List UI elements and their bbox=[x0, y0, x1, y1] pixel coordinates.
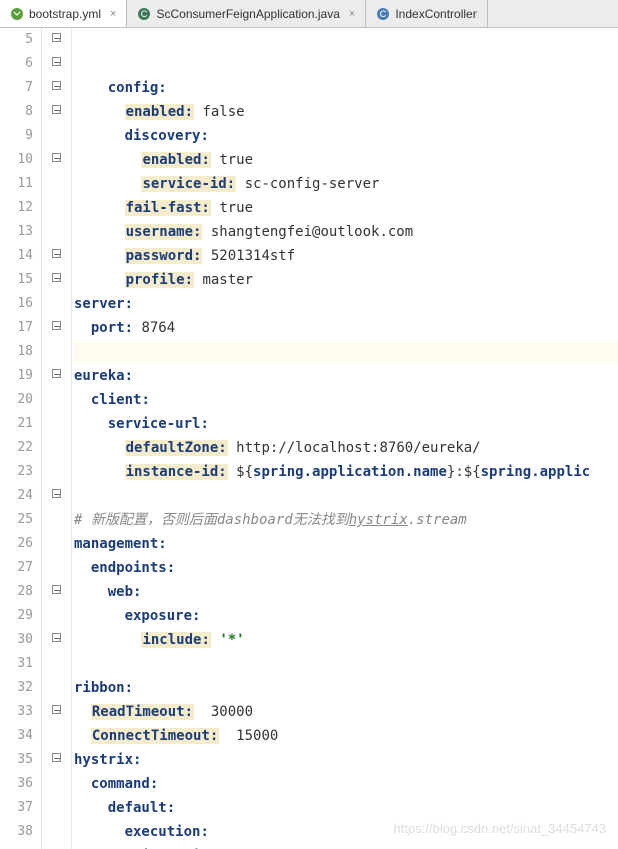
line-number: 32 bbox=[0, 676, 33, 700]
line-number: 23 bbox=[0, 460, 33, 484]
code-line[interactable]: ReadTimeout: 30000 bbox=[74, 700, 618, 724]
code-line[interactable]: enabled: true bbox=[74, 148, 618, 172]
tab-feign-application[interactable]: C ScConsumerFeignApplication.java × bbox=[127, 0, 366, 27]
line-number: 12 bbox=[0, 196, 33, 220]
line-number: 18 bbox=[0, 340, 33, 364]
code-line[interactable]: # 新版配置，否则后面dashboard无法找到hystrix.stream bbox=[74, 508, 618, 532]
line-number: 29 bbox=[0, 604, 33, 628]
code-line[interactable]: instance-id: ${spring.application.name}:… bbox=[74, 460, 618, 484]
line-number: 24 bbox=[0, 484, 33, 508]
line-number: 11 bbox=[0, 172, 33, 196]
line-number: 17 bbox=[0, 316, 33, 340]
line-number: 34 bbox=[0, 724, 33, 748]
code-content[interactable]: config: enabled: false discovery: enable… bbox=[72, 28, 618, 849]
editor-tabs: bootstrap.yml × C ScConsumerFeignApplica… bbox=[0, 0, 618, 28]
code-line[interactable]: include: '*' bbox=[74, 628, 618, 652]
code-line[interactable]: eureka: bbox=[74, 364, 618, 388]
line-number: 16 bbox=[0, 292, 33, 316]
line-number: 30 bbox=[0, 628, 33, 652]
line-number: 13 bbox=[0, 220, 33, 244]
fold-toggle-icon[interactable] bbox=[52, 489, 61, 498]
fold-toggle-icon[interactable] bbox=[52, 273, 61, 282]
line-number: 15 bbox=[0, 268, 33, 292]
svg-text:C: C bbox=[380, 9, 387, 19]
line-number: 6 bbox=[0, 52, 33, 76]
close-icon[interactable]: × bbox=[110, 8, 116, 20]
code-line[interactable]: exposure: bbox=[74, 604, 618, 628]
code-line[interactable]: service-url: bbox=[74, 412, 618, 436]
line-number-gutter: 5678910111213141516171819202122232425262… bbox=[0, 28, 42, 849]
code-line[interactable]: management: bbox=[74, 532, 618, 556]
line-number: 26 bbox=[0, 532, 33, 556]
code-line[interactable]: service-id: sc-config-server bbox=[74, 172, 618, 196]
line-number: 8 bbox=[0, 100, 33, 124]
line-number: 22 bbox=[0, 436, 33, 460]
tab-label: bootstrap.yml bbox=[29, 7, 101, 21]
line-number: 37 bbox=[0, 796, 33, 820]
line-number: 19 bbox=[0, 364, 33, 388]
line-number: 10 bbox=[0, 148, 33, 172]
line-number: 38 bbox=[0, 820, 33, 844]
tab-label: ScConsumerFeignApplication.java bbox=[156, 7, 339, 21]
line-number: 27 bbox=[0, 556, 33, 580]
code-line[interactable]: config: bbox=[74, 76, 618, 100]
tab-label: IndexController bbox=[395, 7, 476, 21]
code-line[interactable]: execution: bbox=[74, 820, 618, 844]
code-line[interactable]: username: shangtengfei@outlook.com bbox=[74, 220, 618, 244]
code-line[interactable]: command: bbox=[74, 772, 618, 796]
line-number: 25 bbox=[0, 508, 33, 532]
fold-column bbox=[42, 28, 72, 849]
code-line[interactable]: default: bbox=[74, 796, 618, 820]
code-line[interactable]: server: bbox=[74, 292, 618, 316]
fold-toggle-icon[interactable] bbox=[52, 633, 61, 642]
line-number: 21 bbox=[0, 412, 33, 436]
fold-toggle-icon[interactable] bbox=[52, 249, 61, 258]
code-line[interactable]: port: 8764 bbox=[74, 316, 618, 340]
java-class-icon: C bbox=[137, 7, 151, 21]
code-line[interactable]: isolation: bbox=[74, 844, 618, 849]
line-number: 5 bbox=[0, 28, 33, 52]
code-line[interactable]: ribbon: bbox=[74, 676, 618, 700]
fold-toggle-icon[interactable] bbox=[52, 33, 61, 42]
fold-toggle-icon[interactable] bbox=[52, 369, 61, 378]
code-line[interactable]: password: 5201314stf bbox=[74, 244, 618, 268]
code-line[interactable] bbox=[74, 340, 618, 364]
close-icon[interactable]: × bbox=[349, 8, 355, 20]
fold-toggle-icon[interactable] bbox=[52, 105, 61, 114]
line-number: 31 bbox=[0, 652, 33, 676]
fold-toggle-icon[interactable] bbox=[52, 153, 61, 162]
line-number: 7 bbox=[0, 76, 33, 100]
line-number: 36 bbox=[0, 772, 33, 796]
fold-toggle-icon[interactable] bbox=[52, 321, 61, 330]
fold-toggle-icon[interactable] bbox=[52, 753, 61, 762]
code-line[interactable]: enabled: false bbox=[74, 100, 618, 124]
code-line[interactable]: profile: master bbox=[74, 268, 618, 292]
yaml-file-icon bbox=[10, 7, 24, 21]
line-number: 20 bbox=[0, 388, 33, 412]
line-number: 9 bbox=[0, 124, 33, 148]
tab-index-controller[interactable]: C IndexController bbox=[366, 0, 487, 27]
code-line[interactable]: endpoints: bbox=[74, 556, 618, 580]
code-line[interactable] bbox=[74, 652, 618, 676]
code-line[interactable]: hystrix: bbox=[74, 748, 618, 772]
code-line[interactable]: ConnectTimeout: 15000 bbox=[74, 724, 618, 748]
fold-toggle-icon[interactable] bbox=[52, 57, 61, 66]
line-number: 33 bbox=[0, 700, 33, 724]
code-line[interactable]: discovery: bbox=[74, 124, 618, 148]
code-editor[interactable]: 5678910111213141516171819202122232425262… bbox=[0, 28, 618, 849]
java-class-icon: C bbox=[376, 7, 390, 21]
fold-toggle-icon[interactable] bbox=[52, 705, 61, 714]
fold-toggle-icon[interactable] bbox=[52, 81, 61, 90]
code-line[interactable]: defaultZone: http://localhost:8760/eurek… bbox=[74, 436, 618, 460]
line-number: 14 bbox=[0, 244, 33, 268]
svg-text:C: C bbox=[141, 9, 148, 19]
code-line[interactable] bbox=[74, 484, 618, 508]
code-line[interactable]: client: bbox=[74, 388, 618, 412]
fold-toggle-icon[interactable] bbox=[52, 585, 61, 594]
line-number: 28 bbox=[0, 580, 33, 604]
line-number: 35 bbox=[0, 748, 33, 772]
code-line[interactable]: web: bbox=[74, 580, 618, 604]
tab-bootstrap-yml[interactable]: bootstrap.yml × bbox=[0, 0, 127, 27]
code-line[interactable]: fail-fast: true bbox=[74, 196, 618, 220]
